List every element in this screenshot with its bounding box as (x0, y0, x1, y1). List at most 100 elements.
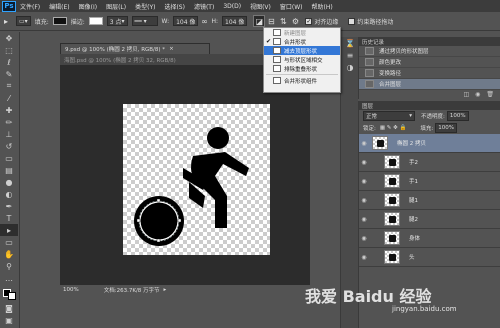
path-selection-tool-icon[interactable]: ▸ (0, 224, 18, 236)
menu-file[interactable]: 文件(F) (20, 2, 40, 11)
artboard[interactable] (123, 104, 270, 255)
close-icon[interactable]: × (169, 46, 174, 52)
eyedropper-tool-icon[interactable]: ⁄ (0, 92, 18, 104)
fill-swatch[interactable] (52, 16, 67, 27)
history-brush-icon[interactable]: ↺ (0, 140, 18, 152)
width-field[interactable]: 104 像 (173, 16, 199, 26)
gradient-tool-icon[interactable]: ▤ (0, 164, 18, 176)
brush-tool-icon[interactable]: ✏ (0, 116, 18, 128)
menu-help[interactable]: 帮助(H) (312, 2, 333, 11)
align-edges-checkbox[interactable]: ✓ 对齐边缘 (305, 16, 338, 27)
history-item[interactable]: 变换路径 (359, 68, 500, 79)
blend-mode-value: 正常 (366, 114, 378, 120)
menu-item-new-layer[interactable]: 新建图层 (264, 28, 340, 37)
eye-icon[interactable]: ◉ (359, 216, 369, 223)
type-tool-icon[interactable]: T (0, 212, 18, 224)
layer-row[interactable]: ◉ 头 (359, 248, 500, 267)
layer-row[interactable]: ◉ 手1 (359, 172, 500, 191)
hand-tool-icon[interactable]: ✋ (0, 248, 18, 260)
zoom-level[interactable]: 100% (63, 287, 79, 293)
stroke-size-field[interactable]: 3 点 ▾ (106, 16, 128, 26)
tab-inactive-document[interactable]: 海图.psd @ 100% (椭圆 2 拷贝 32, RGB/8) (60, 54, 270, 65)
menu-image[interactable]: 图像(I) (79, 2, 97, 11)
layer-name: 头 (409, 255, 415, 261)
menu-window[interactable]: 窗口(W) (280, 2, 303, 11)
layer-row[interactable]: ◉ 腿1 (359, 191, 500, 210)
marquee-tool-icon[interactable]: ⬚ (0, 44, 18, 56)
layer-name: 腿1 (409, 198, 418, 204)
new-snapshot-icon[interactable]: ◫ (463, 91, 469, 98)
layer-thumbnail (384, 174, 400, 188)
stroke-type-select[interactable]: ━━ ▾ (131, 16, 158, 26)
anchor-point (136, 218, 141, 223)
history-item[interactable]: 通过拷贝的形状图层 (359, 46, 500, 57)
screen-mode-icon[interactable]: ▣ (0, 314, 18, 326)
menu-filter[interactable]: 滤镜(T) (194, 2, 214, 11)
path-arrangement-icon[interactable]: ⇅ (277, 15, 289, 27)
history-item[interactable]: 颜色更改 (359, 57, 500, 68)
eye-icon[interactable]: ◉ (359, 254, 369, 261)
inactive-tab-label: 海图.psd @ 100% (椭圆 2 拷贝 32, RGB/8) (64, 57, 176, 64)
path-operations-icon[interactable]: ◪ (253, 15, 266, 27)
menu-select[interactable]: 选择(S) (164, 2, 185, 11)
quick-mask-icon[interactable]: ◙ (0, 302, 18, 314)
adjustments-panel-icon[interactable]: ◑ (341, 61, 359, 73)
path-select-tool-icon[interactable]: ▸ (0, 15, 12, 27)
lasso-tool-icon[interactable]: ℓ (0, 56, 18, 68)
layer-row[interactable]: ◉ 手2 (359, 153, 500, 172)
eye-icon[interactable]: ◉ (359, 140, 369, 147)
stroke-swatch[interactable] (88, 16, 103, 27)
camera-icon[interactable]: ◉ (475, 91, 480, 98)
menu-item-intersect-shapes[interactable]: 与形状区域相交 (264, 55, 340, 64)
tab-active-document[interactable]: 9.psd @ 100% (椭圆 2 拷贝, RGB/8) * × (60, 43, 210, 54)
menu-item-subtract-front-shape[interactable]: 减去顶层形状 (264, 46, 340, 55)
lock-icons[interactable]: ▦ ✎ ✥ 🔒 (380, 125, 407, 131)
trash-icon[interactable]: 🗑 (486, 91, 494, 98)
eye-icon[interactable]: ◉ (359, 235, 369, 242)
more-tools-icon[interactable]: … (0, 272, 18, 284)
color-swatches[interactable] (0, 284, 18, 302)
opacity-label: 不透明度: (421, 114, 445, 120)
blur-tool-icon[interactable]: ● (0, 176, 18, 188)
properties-panel-icon[interactable]: ≡ (341, 49, 359, 61)
layer-row-selected[interactable]: ◉ 椭圆 2 拷贝 (359, 134, 500, 153)
eye-icon[interactable]: ◉ (359, 178, 369, 185)
shape-tool-icon[interactable]: ▭ (0, 236, 18, 248)
gear-icon[interactable]: ⚙ (289, 15, 301, 27)
fill-field[interactable]: 100% (435, 123, 457, 133)
menu-type[interactable]: 类型(Y) (135, 2, 155, 11)
pen-tool-icon[interactable]: ✒ (0, 200, 18, 212)
eye-icon[interactable]: ◉ (359, 159, 369, 166)
dodge-tool-icon[interactable]: ◐ (0, 188, 18, 200)
path-alignment-icon[interactable]: ⊟ (265, 15, 277, 27)
stamp-tool-icon[interactable]: ⊥ (0, 128, 18, 140)
menu-view[interactable]: 视图(V) (250, 2, 271, 11)
crop-tool-icon[interactable]: ⌗ (0, 80, 18, 92)
history-item-selected[interactable]: 合并图层 (359, 79, 500, 90)
menu-3d[interactable]: 3D(D) (223, 3, 241, 10)
move-tool-icon[interactable]: ✥ (0, 32, 18, 44)
menu-layer[interactable]: 图层(L) (106, 2, 126, 11)
subtract-shape-icon (273, 47, 281, 54)
menu-item-combine-shapes[interactable]: ✔ 合并形状 (264, 37, 340, 46)
opacity-field[interactable]: 100% (446, 111, 469, 121)
layer-row[interactable]: ◉ 身体 (359, 229, 500, 248)
blend-mode-select[interactable]: 正常 ▾ (363, 111, 415, 121)
layer-name: 手1 (409, 179, 418, 185)
quick-select-tool-icon[interactable]: ✎ (0, 68, 18, 80)
link-icon[interactable]: ∞ (198, 15, 210, 27)
menu-item-merge-components[interactable]: 合并形状组件 (264, 76, 340, 85)
constrain-path-checkbox[interactable]: 约束路径拖动 (348, 16, 393, 27)
w-label: W: (161, 17, 170, 25)
height-field[interactable]: 104 像 (222, 16, 248, 26)
shape-mode-select[interactable]: ▭▾ (16, 16, 31, 26)
history-panel-icon[interactable]: ⌛ (341, 37, 359, 49)
status-menu-icon[interactable]: ▸ (164, 287, 167, 293)
layer-row[interactable]: ◉ 腿2 (359, 210, 500, 229)
zoom-tool-icon[interactable]: ⚲ (0, 260, 18, 272)
menu-item-exclude-overlap[interactable]: 排除重叠形状 (264, 64, 340, 73)
menu-edit[interactable]: 编辑(E) (49, 2, 69, 11)
eye-icon[interactable]: ◉ (359, 197, 369, 204)
healing-tool-icon[interactable]: ✚ (0, 104, 18, 116)
eraser-tool-icon[interactable]: ▭ (0, 152, 18, 164)
